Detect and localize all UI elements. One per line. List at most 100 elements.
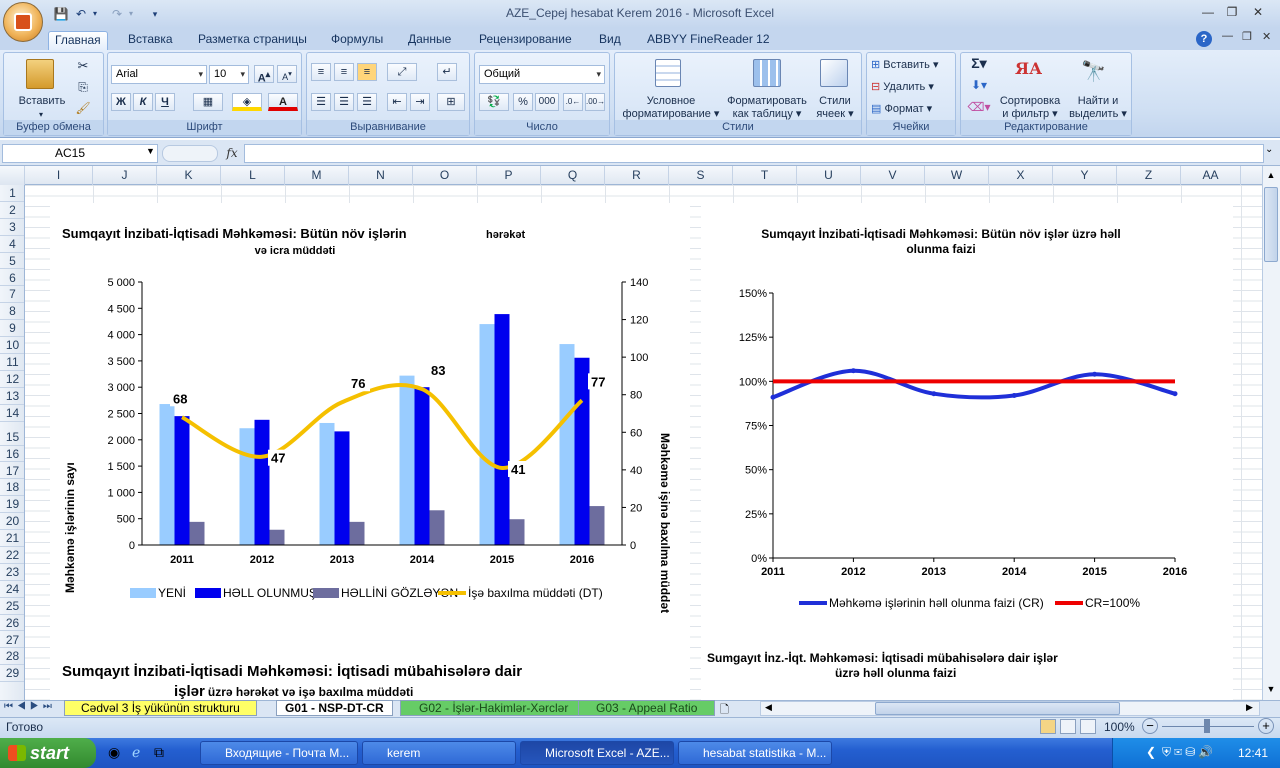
column-header-p[interactable]: P (477, 166, 541, 185)
increase-decimal-icon[interactable]: .0← (563, 93, 583, 111)
scroll-up-icon[interactable]: ▲ (1264, 170, 1278, 184)
row-header-25[interactable]: 25 (0, 598, 24, 615)
align-top-icon[interactable]: ≡ (311, 63, 331, 81)
sheet-tab-g01[interactable]: G01 - NSP-DT-CR (276, 700, 393, 716)
tray-icons[interactable]: ⛨✉⛁🔊 (1162, 745, 1216, 760)
conditional-format-button[interactable]: Условное форматирование ▾ (617, 95, 725, 121)
wrap-text-icon[interactable]: ↵ (437, 63, 457, 81)
formula-input[interactable] (244, 144, 1264, 163)
autosum-icon[interactable]: Σ▾ (967, 56, 991, 70)
fill-color-icon[interactable]: ◈ (232, 93, 262, 111)
italic-button[interactable]: К (133, 93, 153, 111)
font-name-combo[interactable]: Arial (111, 65, 207, 84)
tab-review[interactable]: Рецензирование (473, 31, 578, 50)
ribbon-close-icon[interactable]: ✕ (1262, 30, 1271, 43)
column-header-u[interactable]: U (797, 166, 861, 185)
number-format-combo[interactable]: Общий (479, 65, 605, 84)
tray-expand-icon[interactable]: ❮ (1146, 745, 1156, 759)
row-header-19[interactable]: 19 (0, 496, 24, 514)
column-header-x[interactable]: X (989, 166, 1053, 185)
column-header-l[interactable]: L (221, 166, 285, 185)
row-header-16[interactable]: 16 (0, 446, 24, 463)
column-header-y[interactable]: Y (1053, 166, 1117, 185)
expand-formula-bar-icon[interactable]: ⌄ (1265, 144, 1273, 155)
row-header-26[interactable]: 26 (0, 615, 24, 632)
align-left-icon[interactable]: ☰ (311, 93, 331, 111)
fill-icon[interactable]: ⬇▾ (967, 79, 991, 92)
font-size-combo[interactable]: 10 (209, 65, 249, 84)
row-header-29[interactable]: 29 (0, 665, 24, 683)
row-header-28[interactable]: 28 (0, 648, 24, 666)
align-right-icon[interactable]: ☰ (357, 93, 377, 111)
row-header-18[interactable]: 18 (0, 479, 24, 497)
bold-button[interactable]: Ж (111, 93, 131, 111)
column-header-m[interactable]: M (285, 166, 349, 185)
office-button[interactable] (3, 2, 43, 42)
insert-function-button[interactable]: fx (222, 144, 242, 163)
chrome-icon[interactable]: ◉ (108, 744, 120, 761)
column-header-s[interactable]: S (669, 166, 733, 185)
page-layout-view-icon[interactable] (1060, 719, 1076, 734)
cell-styles-button[interactable]: Стили ячеек ▾ (811, 95, 859, 121)
row-header-21[interactable]: 21 (0, 530, 24, 547)
row-header-6[interactable]: 6 (0, 270, 24, 287)
row-header-17[interactable]: 17 (0, 463, 24, 480)
restore-icon[interactable]: ❐ (1222, 5, 1242, 21)
shrink-font-button[interactable]: A▾ (277, 65, 297, 83)
sheet-tab-g03[interactable]: G03 - Appeal Ratio (578, 700, 716, 716)
find-select-button[interactable]: Найти и выделить ▾ (1067, 95, 1129, 121)
name-box[interactable]: AC15 (2, 144, 158, 163)
taskbar-item-excel[interactable]: Microsoft Excel - AZE... (520, 741, 674, 765)
row-header-13[interactable]: 13 (0, 388, 24, 405)
column-header-q[interactable]: Q (541, 166, 605, 185)
tab-abbyy[interactable]: ABBYY FineReader 12 (641, 31, 776, 50)
media-icon[interactable]: ⧉ (154, 744, 164, 761)
tab-insert[interactable]: Вставка (122, 31, 179, 50)
row-header-20[interactable]: 20 (0, 513, 24, 531)
normal-view-icon[interactable] (1040, 719, 1056, 734)
row-header-1[interactable]: 1 (0, 185, 24, 202)
column-header-r[interactable]: R (605, 166, 669, 185)
taskbar-item-kerem[interactable]: kerem (362, 741, 516, 765)
zoom-slider-thumb[interactable] (1204, 719, 1210, 733)
row-header-9[interactable]: 9 (0, 320, 24, 338)
ribbon-restore-icon[interactable]: ❐ (1242, 30, 1252, 43)
column-header-v[interactable]: V (861, 166, 925, 185)
row-header-22[interactable]: 22 (0, 547, 24, 564)
horizontal-scroll-thumb[interactable] (875, 702, 1120, 715)
format-painter-icon[interactable]: 🖌 (74, 102, 92, 115)
currency-icon[interactable]: 💱 (479, 93, 509, 111)
tab-data[interactable]: Данные (402, 31, 457, 50)
row-header-2[interactable]: 2 (0, 202, 24, 219)
sheet-tab-cedvel3[interactable]: Cədvəl 3 İş yükünün strukturu (64, 700, 257, 716)
page-break-view-icon[interactable] (1080, 719, 1096, 734)
row-header-11[interactable]: 11 (0, 354, 24, 371)
column-header-z[interactable]: Z (1117, 166, 1181, 185)
merge-center-icon[interactable]: ⊞ (437, 93, 465, 111)
tab-formulas[interactable]: Формулы (325, 31, 389, 50)
thousands-button[interactable]: 000 (535, 93, 559, 111)
column-header-t[interactable]: T (733, 166, 797, 185)
row-header-5[interactable]: 5 (0, 253, 24, 270)
ribbon-minimize-icon[interactable]: — (1222, 30, 1233, 42)
minimize-icon[interactable]: — (1198, 5, 1218, 21)
decrease-indent-icon[interactable]: ⇤ (387, 93, 407, 111)
tab-view[interactable]: Вид (593, 31, 627, 50)
paste-button[interactable]: Вставить (10, 95, 74, 108)
column-header-j[interactable]: J (93, 166, 157, 185)
row-header-10[interactable]: 10 (0, 337, 24, 354)
column-header-i[interactable]: I (25, 166, 93, 185)
align-middle-icon[interactable]: ≡ (334, 63, 354, 81)
clear-icon[interactable]: ⌫▾ (967, 101, 991, 114)
align-bottom-icon[interactable]: ≡ (357, 63, 377, 81)
name-box-dropdown-icon[interactable]: ▼ (146, 146, 155, 156)
percent-button[interactable]: % (513, 93, 533, 111)
column-header-aa[interactable]: AA (1181, 166, 1241, 185)
tab-home[interactable]: Главная (48, 31, 108, 50)
column-header-k[interactable]: K (157, 166, 221, 185)
row-header-12[interactable]: 12 (0, 371, 24, 388)
ie-icon[interactable]: ℯ (132, 744, 140, 761)
row-header-8[interactable]: 8 (0, 303, 24, 321)
zoom-out-icon[interactable]: − (1142, 718, 1158, 734)
vertical-scroll-thumb[interactable] (1264, 187, 1278, 262)
